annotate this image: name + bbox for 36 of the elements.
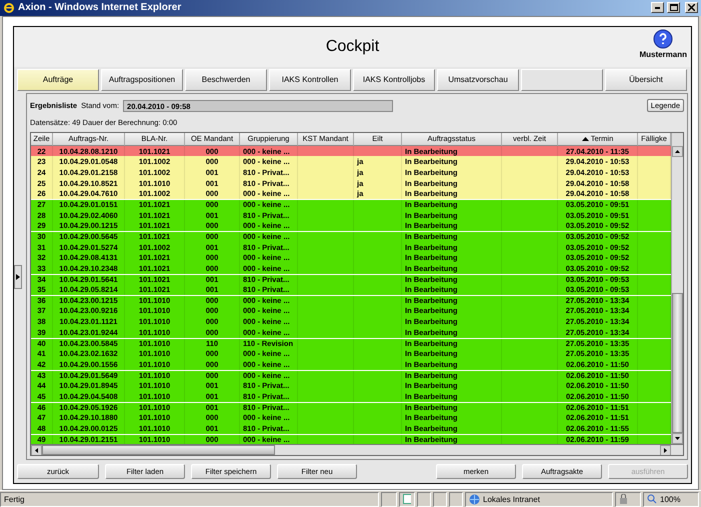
tab[interactable]: Übersicht [605,68,687,91]
tab[interactable]: IAKS Kontrollen [269,68,351,91]
window-title: Axion - Windows Internet Explorer [18,2,182,14]
help-icon[interactable] [653,28,674,49]
minimize-icon [655,6,660,9]
status-pane [417,492,431,507]
browser-icon [3,2,15,14]
scroll-up-icon [675,150,680,153]
status-pane [449,492,463,507]
scroll-down-icon [675,437,680,440]
close-button[interactable] [685,2,698,14]
close-icon [688,4,695,12]
horizontal-scrollbar[interactable] [31,444,683,456]
vertical-scrollbar[interactable] [671,132,683,444]
status-text: Fertig [4,494,24,504]
globe-icon [469,494,480,505]
tab[interactable]: Aufträge [17,68,99,91]
chevron-right-icon [16,274,20,280]
minimize-button[interactable] [651,2,664,14]
page-icon [403,494,411,504]
maximize-icon [670,4,678,12]
status-pane [433,492,447,507]
scroll-right-icon [664,448,667,454]
tab[interactable]: IAKS Kontrolljobs [353,68,435,91]
tab[interactable]: Beschwerden [185,68,267,91]
tab[interactable]: Umsatzvorschau [437,68,519,91]
maximize-button[interactable] [667,2,680,14]
status-pane [381,492,397,507]
user-name: Mustermann [639,50,687,59]
scroll-left-icon [35,448,38,454]
zoom-icon [647,494,657,504]
page-title: Cockpit [326,38,380,56]
zone-text: Lokales Intranet [483,494,540,504]
lock-icon [619,494,628,504]
expand-button[interactable] [14,264,22,288]
tab[interactable]: Auftragspositionen [101,68,183,91]
